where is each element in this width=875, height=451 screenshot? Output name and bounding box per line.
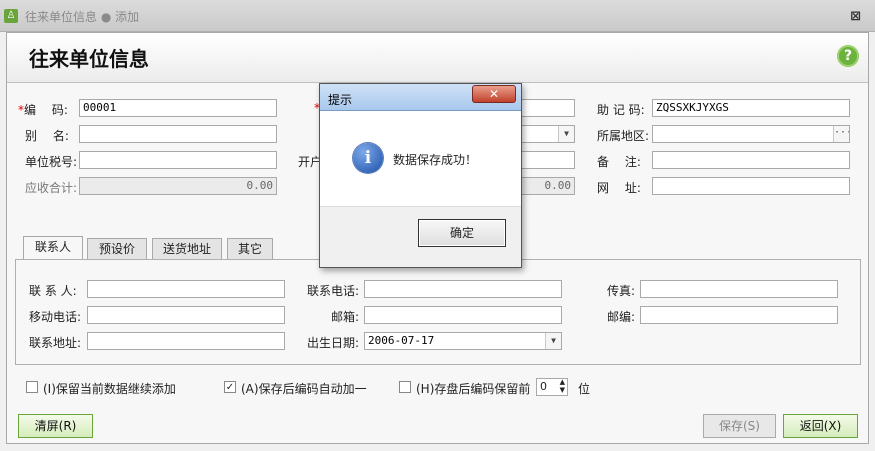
remark-field[interactable] <box>652 151 850 169</box>
digits-unit: 位 <box>578 382 591 396</box>
window-titlebar: ♙ 往来单位信息 ● 添加 ⊠ <box>0 0 875 32</box>
code-field[interactable]: 00001 <box>79 99 277 117</box>
ok-button[interactable]: 确定 <box>418 219 506 247</box>
digits-value: 0 <box>540 380 547 393</box>
mnemonic-label: 助 记 码: <box>597 103 645 117</box>
stepper-arrows-icon[interactable]: ▲ ▼ <box>560 378 565 394</box>
birthday-label: 出生日期: <box>307 336 360 350</box>
code-label: *编 码: <box>18 103 68 117</box>
contact-phone-label: 联系电话: <box>307 284 360 298</box>
fax-label: 传真: <box>607 284 636 298</box>
dialog-footer: 确定 <box>320 206 521 267</box>
fax-field[interactable] <box>640 280 838 298</box>
help-icon[interactable]: ? <box>837 45 859 67</box>
website-field[interactable] <box>652 177 850 195</box>
remark-label: 备 注: <box>597 155 641 169</box>
message-dialog: 提示 ✕ i 数据保存成功！ 确定 <box>319 83 522 268</box>
back-button[interactable]: 返回(X) <box>783 414 858 438</box>
app-icon: ♙ <box>4 9 18 23</box>
tab-contacts[interactable]: 联系人 <box>23 236 83 260</box>
address-label: 联系地址: <box>29 336 82 350</box>
mobile-field[interactable] <box>87 306 285 324</box>
region-label: 所属地区: <box>597 129 650 143</box>
autoinc-label: (A)保存后编码自动加一 <box>241 382 367 396</box>
dialog-title: 提示 <box>328 93 353 107</box>
name-field[interactable] <box>517 99 575 117</box>
alias-label: 别 名: <box>25 129 69 143</box>
digits-stepper[interactable]: 0 ▲ ▼ <box>536 378 568 396</box>
birthday-value: 2006-07-17 <box>368 334 435 347</box>
clear-button[interactable]: 清屏(R) <box>18 414 93 438</box>
receivable-label: 应收合计: <box>25 181 78 195</box>
contact-person-field[interactable] <box>87 280 285 298</box>
chevron-down-icon[interactable]: ▼ <box>558 126 574 142</box>
dialog-titlebar: 提示 ✕ <box>320 84 521 111</box>
tab-preset-price[interactable]: 预设价 <box>87 238 147 260</box>
tax-label: 单位税号: <box>25 155 78 169</box>
tax-field[interactable] <box>79 151 277 169</box>
address-field[interactable] <box>87 332 285 350</box>
email-field[interactable] <box>364 306 562 324</box>
page-header: 往来单位信息 ? <box>7 33 868 83</box>
dialog-close-button[interactable]: ✕ <box>472 85 516 103</box>
region-field[interactable]: ··· <box>652 125 850 143</box>
tab-other[interactable]: 其它 <box>227 238 273 260</box>
window-title: 往来单位信息 ● 添加 <box>25 10 140 24</box>
dialog-body: i 数据保存成功！ <box>320 112 521 206</box>
birthday-field[interactable]: 2006-07-17 ▼ <box>364 332 562 350</box>
keep-data-label: (I)保留当前数据继续添加 <box>43 382 176 396</box>
keep-code-checkbox[interactable] <box>399 381 411 393</box>
more-icon[interactable]: ··· <box>833 126 849 142</box>
type-select[interactable]: ▼ <box>517 125 575 143</box>
calendar-dropdown-icon[interactable]: ▼ <box>545 333 561 349</box>
website-label: 网 址: <box>597 181 641 195</box>
mnemonic-field[interactable]: ZQSSXKJYXGS <box>652 99 850 117</box>
receivable-field: 0.00 <box>79 177 277 195</box>
window-close-button[interactable]: ⊠ <box>850 9 861 24</box>
save-button[interactable]: 保存(S) <box>703 414 776 438</box>
contact-person-label: 联 系 人: <box>29 284 77 298</box>
keep-data-checkbox[interactable] <box>26 381 38 393</box>
alias-field[interactable] <box>79 125 277 143</box>
email-label: 邮箱: <box>331 310 360 324</box>
mid-readonly-field: 0.00 <box>517 177 575 195</box>
tab-delivery-address[interactable]: 送货地址 <box>152 238 222 260</box>
zip-field[interactable] <box>640 306 838 324</box>
autoinc-checkbox[interactable]: ✓ <box>224 381 236 393</box>
zip-label: 邮编: <box>607 310 636 324</box>
bank-field[interactable] <box>517 151 575 169</box>
mobile-label: 移动电话: <box>29 310 82 324</box>
keep-code-label: (H)存盘后编码保留前 <box>416 382 531 396</box>
contact-phone-field[interactable] <box>364 280 562 298</box>
info-icon: i <box>353 143 383 173</box>
dialog-message: 数据保存成功！ <box>393 153 478 167</box>
page-title: 往来单位信息 <box>29 47 149 71</box>
